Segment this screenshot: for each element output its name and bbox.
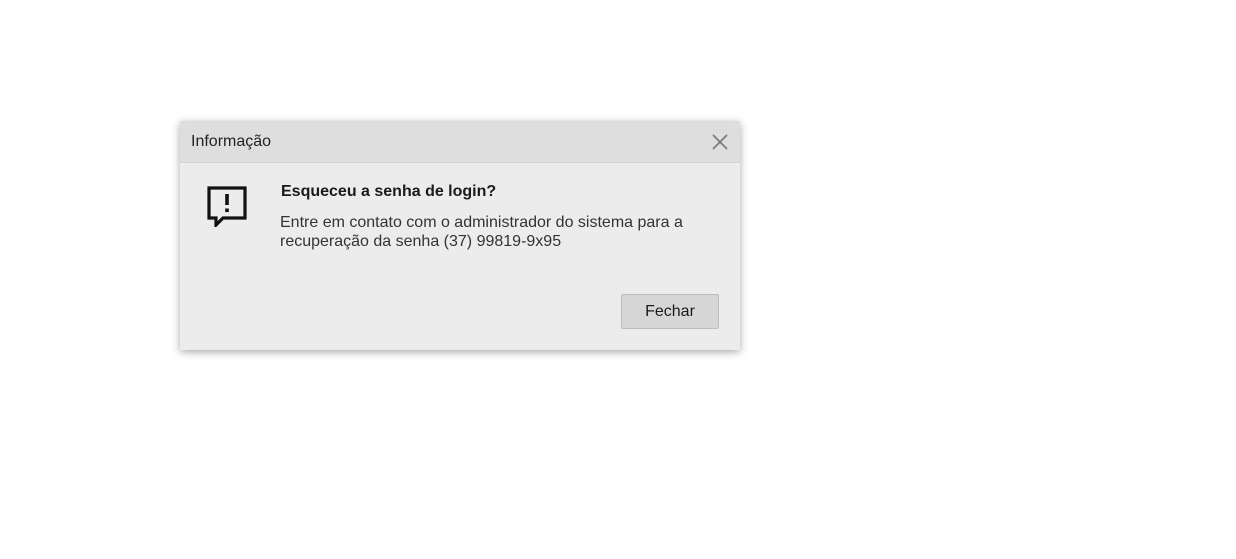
chat-alert-icon: [206, 185, 248, 229]
dialog-message: Entre em contato com o administrador do …: [280, 214, 683, 250]
dialog-title: Informação: [191, 133, 272, 150]
close-button[interactable]: Fechar: [621, 294, 719, 329]
dialog-heading: Esqueceu a senha de login?: [281, 183, 497, 200]
dialog-titlebar: Informação: [180, 121, 740, 163]
info-dialog: Informação Esqueceu a senha de login? En…: [180, 121, 740, 350]
close-icon[interactable]: [710, 132, 730, 152]
